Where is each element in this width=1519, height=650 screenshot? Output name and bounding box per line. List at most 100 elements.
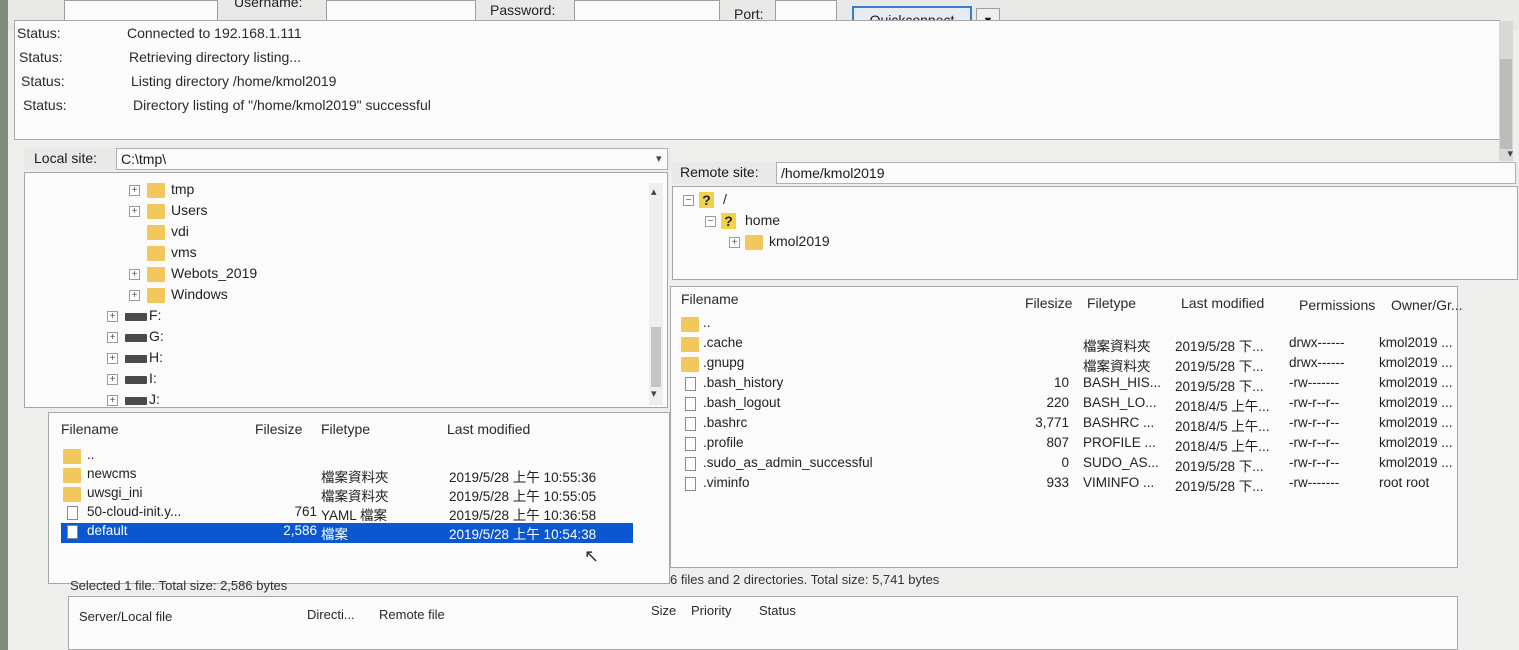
file-row[interactable]: .sudo_as_admin_successful 0 SUDO_AS... 2019… bbox=[679, 455, 1457, 475]
file-permissions: -rw------- bbox=[1289, 375, 1340, 390]
tree-item[interactable]: vdi bbox=[25, 223, 625, 243]
expand-icon[interactable]: + bbox=[129, 269, 140, 280]
col-size[interactable]: Size bbox=[651, 603, 676, 618]
folder-icon bbox=[63, 487, 81, 502]
local-tree: + tmp + Users vdi vms + Webots_2019 + Windows + F: +… bbox=[24, 172, 668, 408]
col-last-modified[interactable]: Last modified bbox=[1181, 295, 1264, 311]
col-status[interactable]: Status bbox=[759, 603, 796, 618]
transfer-queue: Server/Local file Directi... Remote file… bbox=[68, 596, 1458, 650]
file-row[interactable]: .viminfo 933 VIMINFO ... 2019/5/28 下... -rw-… bbox=[679, 475, 1457, 495]
remote-site-label: Remote site: bbox=[680, 164, 759, 180]
file-row[interactable]: newcms 檔案資料夾 2019/5/28 上午 10:55:36 bbox=[61, 466, 633, 486]
folder-icon bbox=[681, 337, 699, 352]
expand-icon[interactable]: − bbox=[705, 216, 716, 227]
file-type: BASH_LO... bbox=[1083, 395, 1157, 410]
expand-icon[interactable]: + bbox=[129, 290, 140, 301]
col-direction[interactable]: Directi... bbox=[307, 607, 355, 622]
chevron-up-icon[interactable]: ▴ bbox=[651, 185, 657, 198]
scrollbar-thumb[interactable] bbox=[651, 327, 661, 387]
file-icon bbox=[685, 377, 696, 391]
tree-item-label: H: bbox=[149, 349, 163, 365]
file-row[interactable]: .bash_logout 220 BASH_LO... 2018/4/5 上午... -… bbox=[679, 395, 1457, 415]
chevron-down-icon[interactable]: ▾ bbox=[656, 152, 662, 165]
file-modified: 2019/5/28 下... bbox=[1175, 359, 1264, 374]
tree-item[interactable]: + F: bbox=[25, 307, 625, 327]
tree-item[interactable]: + Windows bbox=[25, 286, 625, 306]
tree-item[interactable]: + G: bbox=[25, 328, 625, 348]
tree-item-label: vdi bbox=[171, 223, 189, 239]
file-row[interactable]: .. bbox=[61, 447, 633, 467]
file-owner: kmol2019 ... bbox=[1379, 455, 1453, 470]
file-name: .gnupg bbox=[703, 355, 745, 370]
tree-item[interactable]: + H: bbox=[25, 349, 625, 369]
file-row[interactable]: .gnupg 檔案資料夾 2019/5/28 下... drwx------ kmol2… bbox=[679, 355, 1457, 375]
col-filesize[interactable]: Filesize bbox=[255, 421, 302, 437]
col-server-local-file[interactable]: Server/Local file bbox=[79, 609, 172, 624]
col-last-modified[interactable]: Last modified bbox=[447, 421, 530, 437]
file-type: 檔案資料夾 bbox=[1083, 359, 1151, 374]
tree-item[interactable]: −? home bbox=[673, 212, 1073, 232]
file-row[interactable]: uwsgi_ini 檔案資料夾 2019/5/28 上午 10:55:05 bbox=[61, 485, 633, 505]
col-filetype[interactable]: Filetype bbox=[321, 421, 370, 437]
expand-icon[interactable]: + bbox=[107, 395, 118, 406]
expand-icon[interactable]: + bbox=[729, 237, 740, 248]
expand-icon[interactable]: + bbox=[107, 311, 118, 322]
chevron-down-icon[interactable]: ▾ bbox=[651, 387, 657, 400]
folder-icon bbox=[63, 449, 81, 464]
drive-icon bbox=[125, 334, 147, 342]
expand-icon[interactable]: + bbox=[129, 185, 140, 196]
remote-site-path[interactable]: /home/kmol2019 bbox=[776, 162, 1516, 184]
tree-item-label: J: bbox=[149, 391, 160, 407]
file-type: 檔案資料夾 bbox=[321, 489, 389, 504]
tree-item[interactable]: vms bbox=[25, 244, 625, 264]
unknown-folder-icon: ? bbox=[721, 213, 736, 229]
chevron-down-icon[interactable]: ▾ bbox=[1507, 147, 1513, 160]
file-row[interactable]: .cache 檔案資料夾 2019/5/28 下... drwx------ kmol2… bbox=[679, 335, 1457, 355]
file-modified: 2019/5/28 上午 10:36:58 bbox=[449, 508, 597, 523]
log-scrollbar-thumb[interactable] bbox=[1500, 59, 1512, 149]
file-size: 761 bbox=[294, 504, 317, 519]
tree-item[interactable]: −? / bbox=[673, 191, 1073, 211]
col-priority[interactable]: Priority bbox=[691, 603, 731, 618]
expand-icon[interactable]: + bbox=[107, 332, 118, 343]
file-name: default bbox=[87, 523, 128, 538]
tree-item[interactable]: + J: bbox=[25, 391, 625, 411]
drive-icon bbox=[125, 313, 147, 321]
file-modified: 2018/4/5 上午... bbox=[1175, 399, 1270, 414]
tree-item[interactable]: + I: bbox=[25, 370, 625, 390]
file-row[interactable]: default 2,586 檔案 2019/5/28 上午 10:54:38 bbox=[61, 523, 633, 543]
tree-item[interactable]: + kmol2019 bbox=[673, 233, 1073, 253]
tree-item[interactable]: + tmp bbox=[25, 181, 625, 201]
col-filesize[interactable]: Filesize bbox=[1025, 295, 1072, 311]
file-name: .. bbox=[87, 447, 95, 462]
unknown-folder-icon: ? bbox=[699, 192, 714, 208]
col-filename[interactable]: Filename bbox=[681, 291, 739, 307]
tree-item[interactable]: + Webots_2019 bbox=[25, 265, 625, 285]
file-permissions: -rw------- bbox=[1289, 475, 1340, 490]
local-site-path[interactable]: C:\tmp\ bbox=[116, 148, 668, 170]
file-row[interactable]: .profile 807 PROFILE ... 2018/4/5 上午... -rw-… bbox=[679, 435, 1457, 455]
file-icon bbox=[685, 457, 696, 471]
file-row[interactable]: 50-cloud-init.y... 761 YAML 檔案 2019/5/28 上午… bbox=[61, 504, 633, 524]
col-remote-file[interactable]: Remote file bbox=[379, 607, 445, 622]
file-modified: 2019/5/28 上午 10:54:38 bbox=[449, 527, 597, 542]
tree-item-label: vms bbox=[171, 244, 197, 260]
file-name: uwsgi_ini bbox=[87, 485, 143, 500]
col-owner-group[interactable]: Owner/Gr... bbox=[1391, 297, 1463, 313]
col-filetype[interactable]: Filetype bbox=[1087, 295, 1136, 311]
file-row[interactable]: .bashrc 3,771 BASHRC ... 2018/4/5 上午... -rw-… bbox=[679, 415, 1457, 435]
expand-icon[interactable]: + bbox=[107, 374, 118, 385]
file-row[interactable]: .. bbox=[679, 315, 1457, 335]
col-filename[interactable]: Filename bbox=[61, 421, 119, 437]
tree-item[interactable]: + Users bbox=[25, 202, 625, 222]
tree-item-label: I: bbox=[149, 370, 157, 386]
local-tree-scrollbar[interactable]: ▴ ▾ bbox=[649, 183, 663, 405]
col-permissions[interactable]: Permissions bbox=[1299, 297, 1375, 313]
file-modified: 2018/4/5 上午... bbox=[1175, 419, 1270, 434]
file-type: YAML 檔案 bbox=[321, 508, 388, 523]
file-type: SUDO_AS... bbox=[1083, 455, 1159, 470]
expand-icon[interactable]: − bbox=[683, 195, 694, 206]
expand-icon[interactable]: + bbox=[107, 353, 118, 364]
expand-icon[interactable]: + bbox=[129, 206, 140, 217]
file-row[interactable]: .bash_history 10 BASH_HIS... 2019/5/28 下...… bbox=[679, 375, 1457, 395]
